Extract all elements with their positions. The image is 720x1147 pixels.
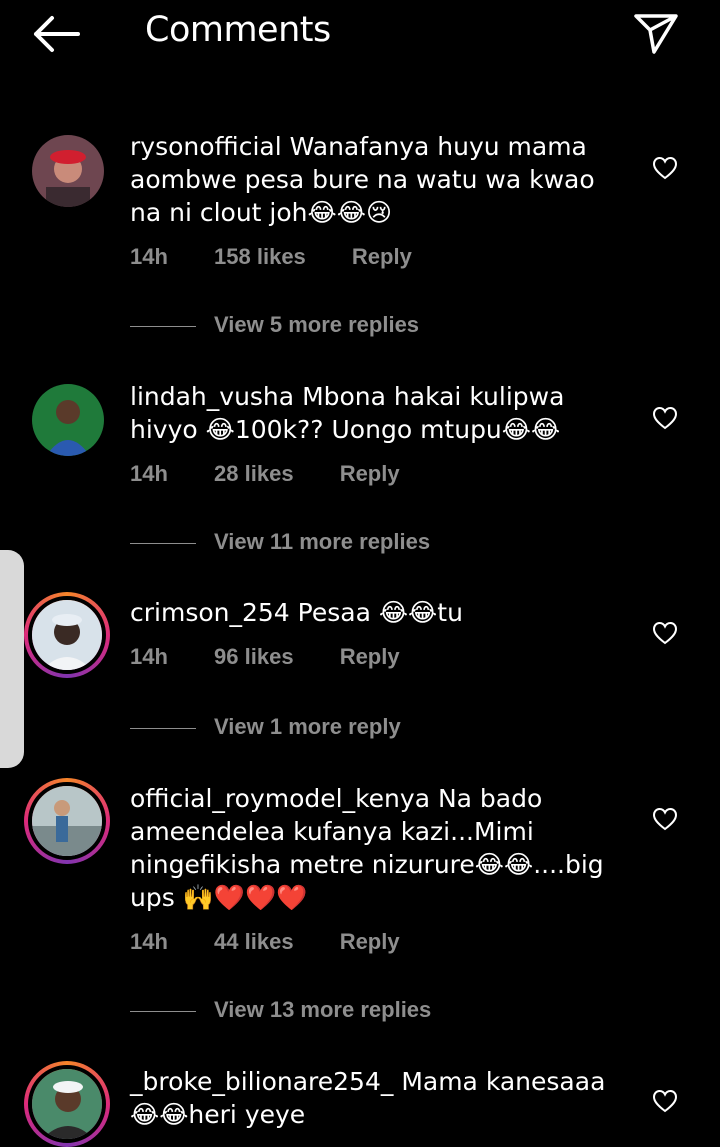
comment-likes[interactable]: 158 likes — [214, 244, 306, 269]
avatar[interactable] — [24, 778, 110, 864]
view-replies-button[interactable]: View 13 more replies — [130, 997, 431, 1023]
reply-button[interactable]: Reply — [340, 644, 400, 669]
back-arrow-icon[interactable] — [30, 14, 82, 54]
heart-icon[interactable] — [652, 621, 678, 645]
reply-button[interactable]: Reply — [352, 244, 412, 269]
view-replies-button[interactable]: View 5 more replies — [130, 312, 419, 338]
comment-likes[interactable]: 28 likes — [214, 461, 294, 486]
comment-username[interactable]: _broke_bilionare254_ — [130, 1067, 393, 1096]
view-replies-button[interactable]: View 11 more replies — [130, 529, 430, 555]
avatar[interactable] — [32, 135, 104, 207]
comment-text: Pesaa 😂😂tu — [297, 598, 463, 627]
heart-icon[interactable] — [652, 156, 678, 180]
comment-time: 14h — [130, 644, 168, 669]
view-replies-label: View 13 more replies — [214, 997, 432, 1022]
reply-button[interactable]: Reply — [340, 461, 400, 486]
comment-username[interactable]: lindah_vusha — [130, 382, 294, 411]
comment-meta: 14h 28 likes Reply — [130, 461, 440, 487]
comment-body: crimson_254 Pesaa 😂😂tu — [130, 596, 630, 629]
comment-username[interactable]: official_roymodel_kenya — [130, 784, 430, 813]
divider — [130, 1010, 196, 1012]
send-icon[interactable] — [632, 10, 680, 56]
comment-body: lindah_vusha Mbona hakai kulipwa hivyo 😂… — [130, 380, 630, 446]
comment-body: _broke_bilionare254_ Mama kanesaaa 😂😂her… — [130, 1065, 630, 1131]
heart-icon[interactable] — [652, 406, 678, 430]
comment-meta: 14h 158 likes Reply — [130, 244, 452, 270]
page-title: Comments — [145, 10, 331, 50]
comment-time: 14h — [130, 461, 168, 486]
comment-username[interactable]: crimson_254 — [130, 598, 290, 627]
comment-body: official_roymodel_kenya Na bado ameendel… — [130, 782, 630, 914]
comment-meta: 14h 44 likes Reply — [130, 929, 440, 955]
comment-username[interactable]: rysonofficial — [130, 132, 282, 161]
view-replies-label: View 11 more replies — [214, 529, 431, 554]
view-replies-label: View 1 more reply — [214, 714, 401, 739]
comment-likes[interactable]: 96 likes — [214, 644, 294, 669]
header-bar: Comments — [0, 0, 720, 68]
view-replies-label: View 5 more replies — [214, 312, 420, 337]
reply-button[interactable]: Reply — [340, 929, 400, 954]
view-replies-button[interactable]: View 1 more reply — [130, 714, 401, 740]
comment-time: 14h — [130, 244, 168, 269]
avatar[interactable] — [24, 592, 110, 678]
avatar[interactable] — [32, 384, 104, 456]
comment-time: 14h — [130, 929, 168, 954]
divider — [130, 325, 196, 327]
divider — [130, 727, 196, 729]
divider — [130, 542, 196, 544]
comment-body: rysonofficial Wanafanya huyu mama aombwe… — [130, 130, 630, 229]
side-drawer-handle[interactable] — [0, 550, 24, 768]
avatar[interactable] — [24, 1061, 110, 1147]
comment-likes[interactable]: 44 likes — [214, 929, 294, 954]
heart-icon[interactable] — [652, 1089, 678, 1113]
comment-meta: 14h 96 likes Reply — [130, 644, 440, 670]
heart-icon[interactable] — [652, 807, 678, 831]
